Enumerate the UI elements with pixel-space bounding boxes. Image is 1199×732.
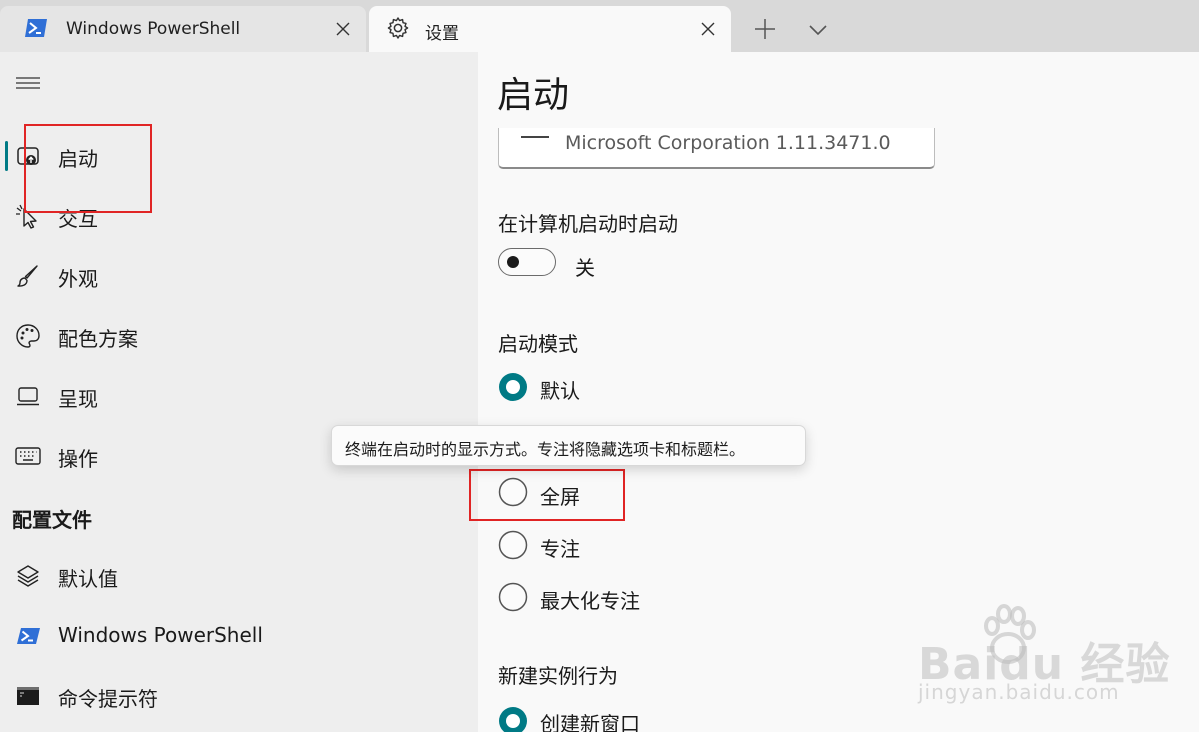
sidebar-item-label: Windows PowerShell bbox=[58, 623, 263, 647]
brush-icon bbox=[17, 265, 38, 287]
tab-settings[interactable]: 设置 bbox=[369, 6, 731, 52]
radio-label-default: 默认 bbox=[540, 379, 580, 403]
tab-windows-powershell[interactable]: Windows PowerShell bbox=[0, 6, 366, 52]
radio-label-create-new-window: 创建新窗口 bbox=[540, 712, 640, 732]
cmd-icon bbox=[17, 687, 39, 705]
terminal-app-icon bbox=[521, 136, 549, 138]
radio-focus[interactable] bbox=[498, 530, 528, 560]
sidebar-item-appearance[interactable]: 外观 bbox=[0, 252, 478, 300]
launch-on-startup-toggle[interactable] bbox=[498, 248, 556, 276]
layers-icon bbox=[17, 565, 39, 587]
hamburger-menu-icon[interactable] bbox=[16, 74, 40, 92]
new-instance-behavior-label: 新建实例行为 bbox=[498, 664, 618, 688]
sidebar-item-color-schemes[interactable]: 配色方案 bbox=[0, 312, 478, 360]
radio-default-selected[interactable] bbox=[498, 372, 528, 402]
toggle-knob bbox=[507, 256, 519, 268]
sidebar-item-label: 呈现 bbox=[58, 387, 98, 411]
page-title: 启动 bbox=[497, 75, 570, 116]
profiles-section-title: 配置文件 bbox=[12, 508, 92, 532]
radio-maximized-focus[interactable] bbox=[498, 582, 528, 612]
highlight-box-fullscreen bbox=[469, 469, 625, 521]
tab-title: Windows PowerShell bbox=[66, 19, 241, 39]
radio-create-new-window-selected[interactable] bbox=[498, 706, 528, 732]
default-terminal-dropdown[interactable]: Microsoft Corporation 1.11.3471.0 bbox=[498, 128, 935, 169]
close-icon[interactable] bbox=[697, 18, 719, 40]
gear-icon bbox=[387, 17, 409, 39]
sidebar-item-windows-powershell[interactable]: Windows PowerShell bbox=[0, 612, 478, 660]
launch-mode-tooltip: 终端在启动时的显示方式。专注将隐藏选项卡和标题栏。 bbox=[331, 425, 806, 466]
sidebar-item-label: 命令提示符 bbox=[58, 687, 158, 711]
radio-label-maximized-focus: 最大化专注 bbox=[540, 589, 640, 613]
radio-label-focus: 专注 bbox=[540, 537, 580, 561]
tab-title: 设置 bbox=[425, 24, 459, 44]
monitor-icon bbox=[17, 387, 39, 406]
watermark-url: jingyan.baidu.com bbox=[918, 680, 1120, 704]
selection-indicator bbox=[5, 141, 8, 171]
toggle-state-label: 关 bbox=[575, 256, 595, 280]
sidebar-item-label: 操作 bbox=[58, 447, 98, 471]
dropdown-value: Microsoft Corporation 1.11.3471.0 bbox=[565, 132, 891, 154]
baidu-jingyan-watermark: Baidu 经验 jingyan.baidu.com bbox=[918, 600, 1169, 712]
sidebar-item-rendering[interactable]: 呈现 bbox=[0, 372, 478, 420]
tooltip-text: 终端在启动时的显示方式。专注将隐藏选项卡和标题栏。 bbox=[345, 440, 746, 459]
sidebar-item-label: 默认值 bbox=[58, 567, 118, 591]
launch-on-startup-label: 在计算机启动时启动 bbox=[498, 212, 678, 236]
close-icon[interactable] bbox=[332, 18, 354, 40]
sidebar-item-label: 配色方案 bbox=[58, 327, 138, 351]
chevron-down-icon[interactable] bbox=[806, 18, 830, 42]
new-tab-icon[interactable] bbox=[752, 16, 778, 42]
tab-bar: Windows PowerShell 设置 bbox=[0, 0, 1199, 52]
sidebar-item-defaults[interactable]: 默认值 bbox=[0, 552, 478, 600]
sidebar-item-command-prompt[interactable]: 命令提示符 bbox=[0, 672, 478, 720]
powershell-icon bbox=[25, 19, 47, 37]
keyboard-icon bbox=[15, 447, 41, 465]
palette-icon bbox=[16, 324, 40, 348]
highlight-box-startup bbox=[24, 124, 152, 213]
powershell-icon bbox=[17, 628, 40, 644]
launch-mode-label: 启动模式 bbox=[498, 332, 578, 356]
sidebar-item-label: 外观 bbox=[58, 267, 98, 291]
